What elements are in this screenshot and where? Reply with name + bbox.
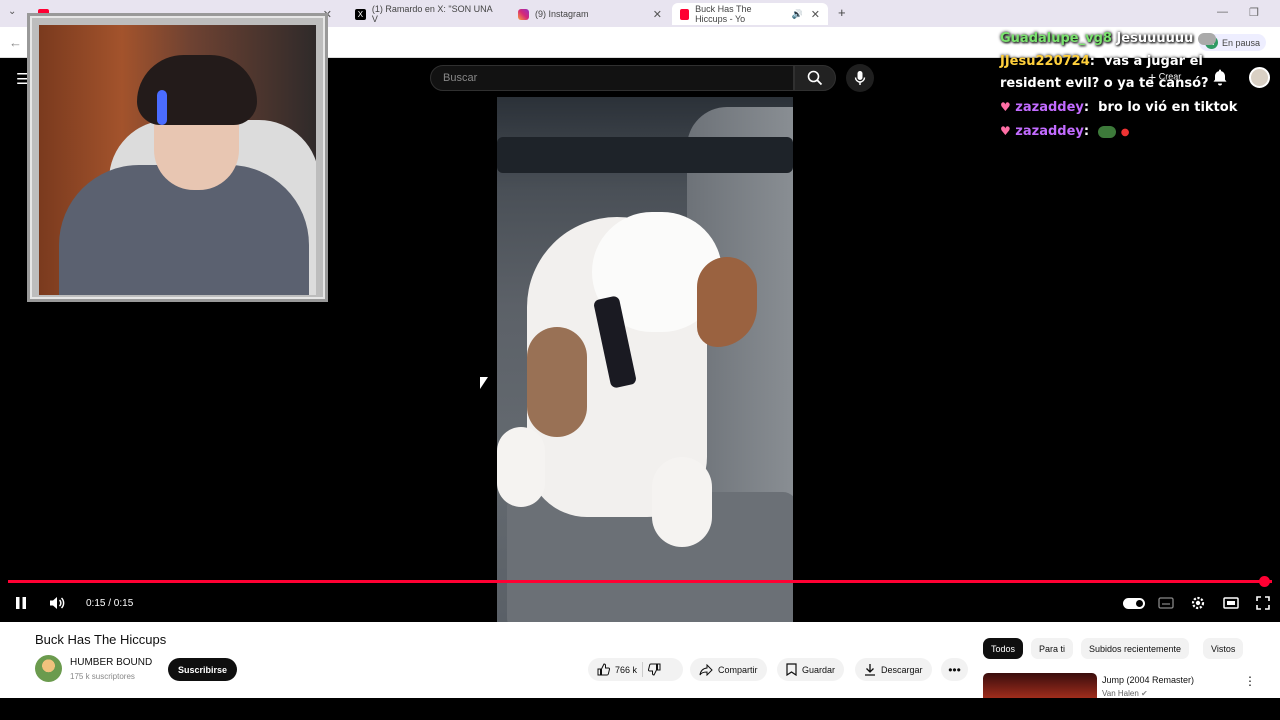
puppy-brown-patch [527,327,587,437]
mouse-cursor-icon [480,377,488,389]
thumbs-down-icon[interactable] [648,663,661,676]
subscriber-count: 175 k suscriptores [70,672,135,681]
more-vertical-icon[interactable]: ⋮ [1244,674,1256,688]
close-tab-icon[interactable]: ✕ [653,8,662,21]
autoplay-toggle[interactable] [1123,598,1145,609]
streamer-hair [137,55,257,125]
chip-recently-uploaded[interactable]: Subidos recientemente [1081,638,1190,659]
chat-text: Jesuuuuuu [1116,31,1194,46]
voice-search-button[interactable] [846,64,874,92]
chat-text: bro lo vió en tiktok [1098,100,1238,115]
x-favicon-icon: X [355,8,366,20]
recommended-video-title[interactable]: Jump (2004 Remaster) [1102,675,1194,685]
chat-message: ♥ zazaddey: ● [1000,124,1130,139]
player-controls: 0:15 / 0:15 [0,590,1280,618]
search-input[interactable]: Buscar [430,65,794,91]
account-avatar[interactable] [1249,67,1270,88]
speaker-icon[interactable]: 🔊 [792,9,803,20]
video-frame [497,97,793,622]
chat-username: JJesu220724 [1000,54,1090,69]
settings-gear-icon[interactable] [1190,595,1206,611]
chat-username: Guadalupe_vg8 [1000,31,1112,46]
new-tab-icon[interactable]: + [838,5,846,20]
save-button[interactable]: Guardar [777,658,845,681]
minimize-icon[interactable]: — [1217,6,1228,18]
share-icon [699,663,713,676]
chat-message: Guadalupe_vg8 Jesuuuuuu [1000,28,1240,50]
background-light [157,90,167,125]
microphone-icon [854,71,866,85]
bottom-bar [0,698,1280,720]
subscribe-button[interactable]: Suscribirse [168,658,237,681]
video-info-panel: Buck Has The Hiccups HUMBER BOUND 175 k … [0,622,1280,703]
heart-badge-icon: ♥ [1000,100,1011,114]
like-count: 766 k [615,664,638,675]
stream-chat-overlay: Guadalupe_vg8 Jesuuuuuu JJesu220724: vas… [1000,28,1240,145]
frog-emote-icon [1098,125,1117,138]
save-label: Guardar [802,664,836,675]
download-label: Descargar [881,664,923,675]
like-dislike-group: 766 k [588,658,683,681]
theater-mode-icon[interactable] [1223,597,1239,609]
webcam-overlay [27,13,328,302]
puppy-paw [652,457,712,547]
emote-icon [1197,32,1216,45]
channel-name[interactable]: HUMBER BOUND [70,657,152,668]
chip-watched[interactable]: Vistos [1203,638,1244,659]
subtitles-icon[interactable] [1158,597,1174,609]
chat-message: ♥ zazaddey: bro lo vió en tiktok [1000,100,1238,115]
browser-tab[interactable]: X (1) Ramardo en X: "SON UNA V [347,3,507,25]
progress-bar[interactable] [8,580,1272,583]
tab-label: Buck Has The Hiccups - Yo [695,4,752,24]
back-arrow-icon[interactable]: ← [9,35,22,50]
channel-avatar[interactable] [35,655,62,682]
small-emote-icon: ● [1120,127,1130,138]
pause-icon[interactable] [15,596,27,610]
chip-all[interactable]: Todos [983,638,1024,659]
puppy-paw [497,427,545,507]
tab-label: (9) Instagram [535,9,589,19]
time-display: 0:15 / 0:15 [86,598,134,609]
browser-tab-active[interactable]: Buck Has The Hiccups - Yo 🔊 ✕ [672,3,828,25]
chat-username: zazaddey [1015,100,1084,115]
car-seat-headrest [497,137,793,173]
progress-scrubber[interactable] [1259,576,1270,587]
share-button[interactable]: Compartir [690,658,767,681]
fullscreen-icon[interactable] [1256,596,1270,610]
chat-username: zazaddey [1015,124,1084,139]
search-icon [807,70,823,86]
search-button[interactable] [794,65,836,91]
share-label: Compartir [718,664,758,675]
like-button[interactable]: 766 k [597,663,637,676]
chip-for-you[interactable]: Para ti [1031,638,1074,659]
restore-icon[interactable]: ❐ [1249,6,1259,19]
thumbs-up-icon [597,663,610,676]
tab-label: (1) Ramardo en X: "SON UNA V [371,4,493,24]
chat-message: JJesu220724: vas a jugar el resident evi… [1000,54,1209,91]
close-tab-icon[interactable]: ✕ [811,8,820,21]
more-actions-button[interactable]: ••• [941,658,968,681]
more-horizontal-icon: ••• [948,662,961,677]
verified-icon: ✔ [1141,689,1148,698]
browser-tab[interactable]: (9) Instagram ✕ [510,3,670,25]
artist-name: Van Halen [1102,689,1139,698]
volume-icon[interactable] [49,596,66,610]
tab-list-chevron-icon[interactable]: ⌄ [8,6,16,17]
download-icon [865,664,875,676]
heart-badge-icon: ♥ [1000,124,1011,138]
webcam-feed [39,25,316,295]
download-button[interactable]: Descargar [855,658,932,681]
recommended-video-artist[interactable]: Van Halen ✔ [1102,689,1148,698]
bookmark-icon [786,663,797,676]
youtube-favicon-icon [680,8,690,20]
video-title: Buck Has The Hiccups [35,632,167,647]
instagram-favicon-icon [518,8,529,20]
divider [642,662,644,677]
